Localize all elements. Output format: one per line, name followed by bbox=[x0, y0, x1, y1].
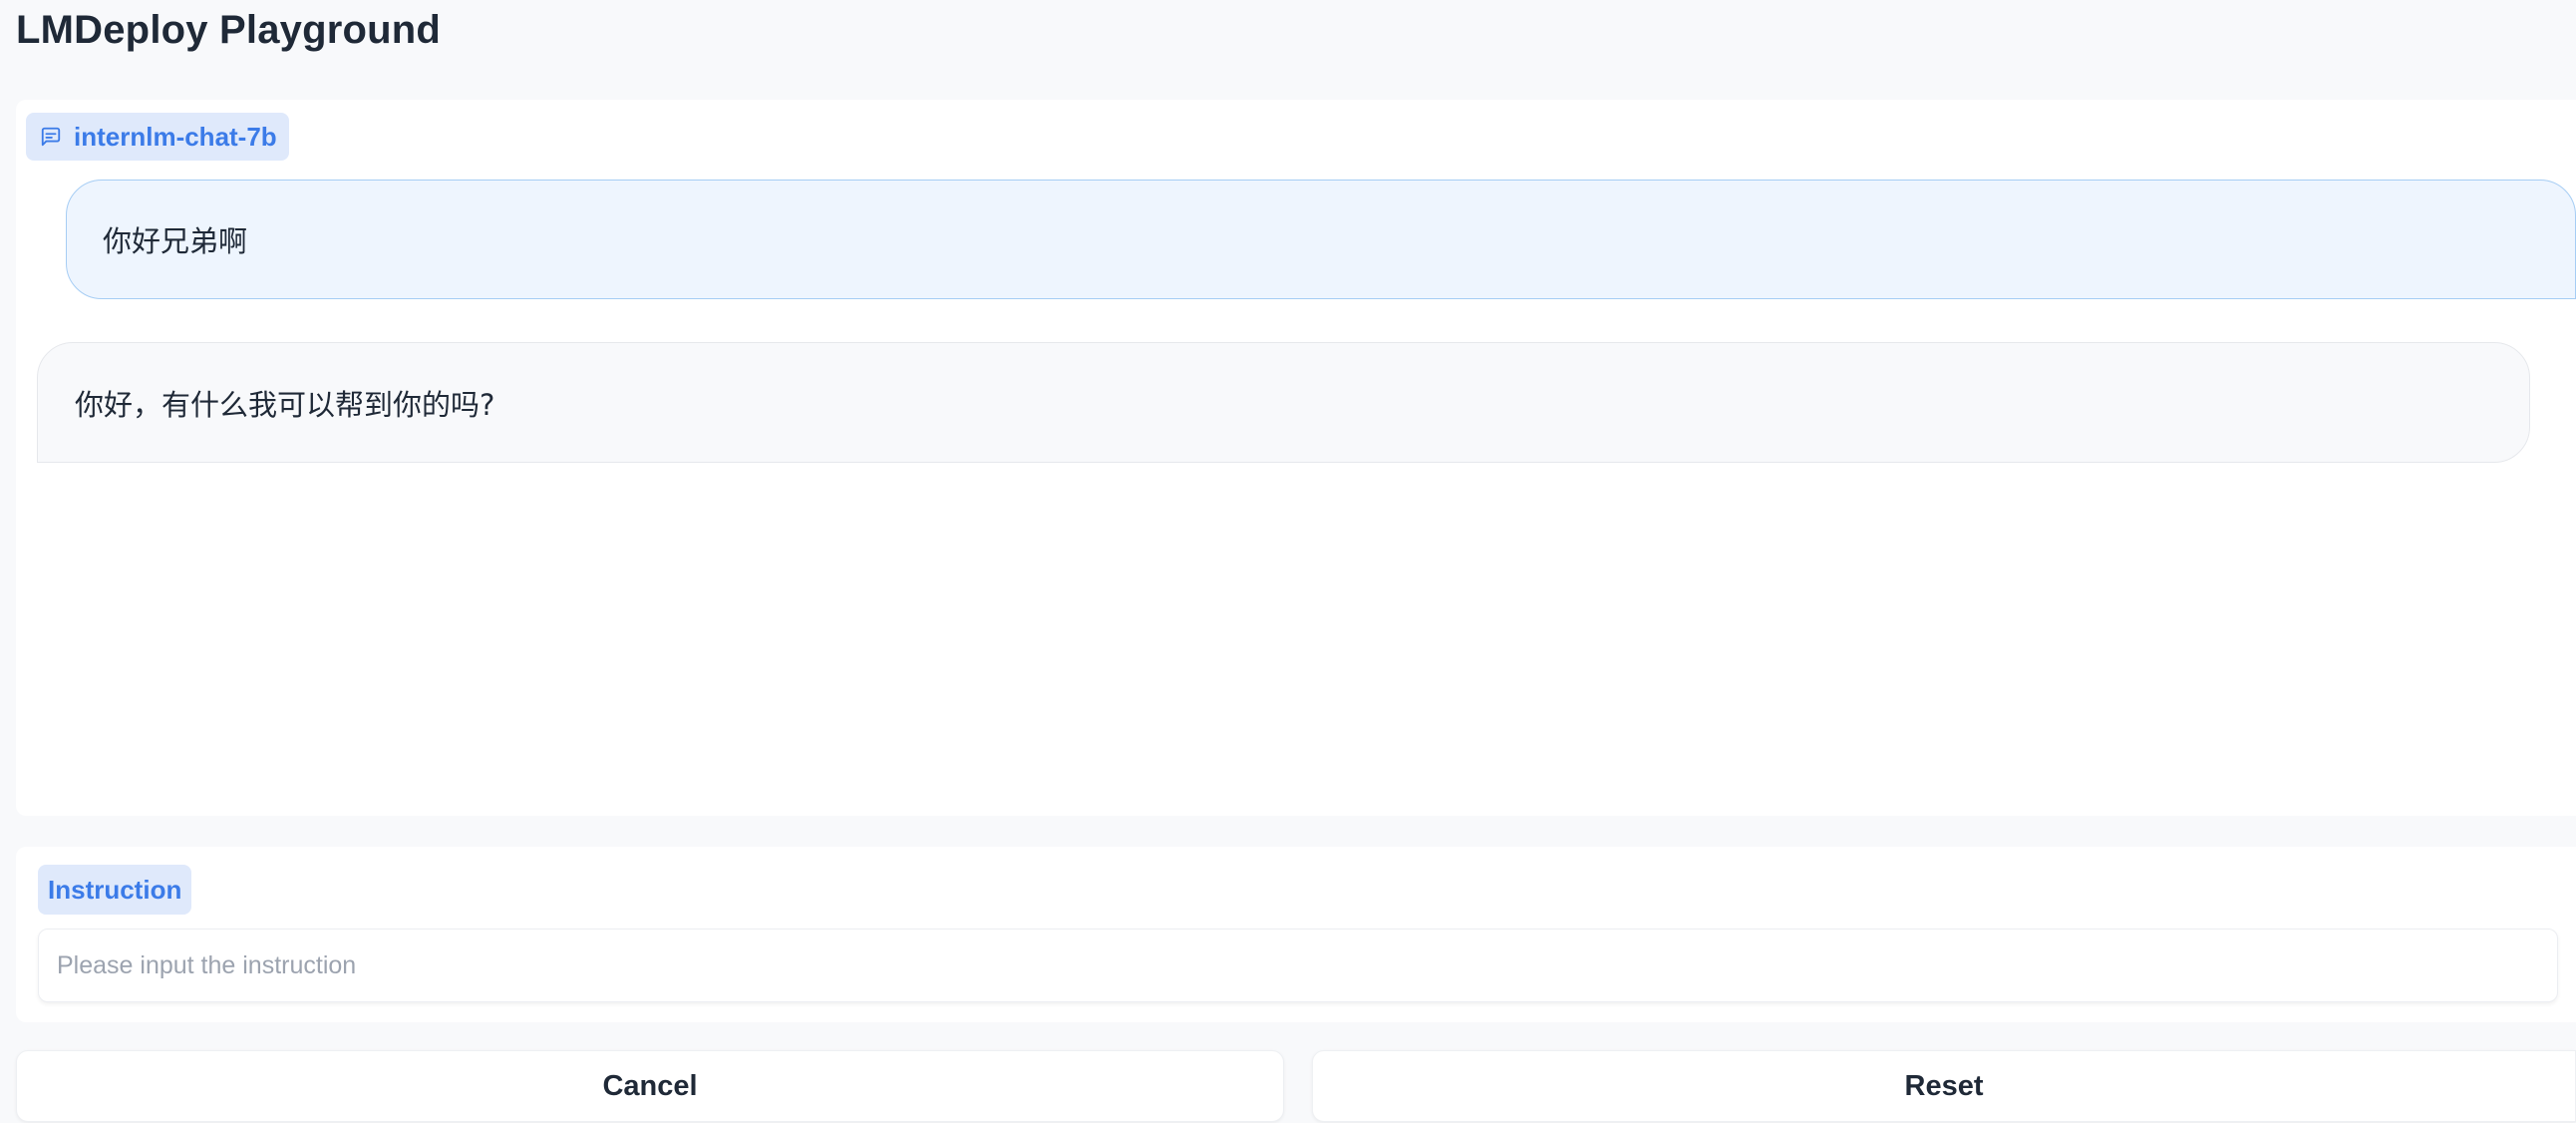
chat-bubble-icon bbox=[40, 126, 62, 148]
assistant-message-text: 你好，有什么我可以帮到你的吗? bbox=[75, 387, 495, 422]
assistant-message: 你好，有什么我可以帮到你的吗? bbox=[37, 342, 2530, 463]
user-message: 你好兄弟啊 bbox=[66, 180, 2576, 299]
instruction-input[interactable] bbox=[38, 929, 2558, 1002]
cancel-button[interactable]: Cancel bbox=[16, 1050, 1284, 1122]
instruction-label: Instruction bbox=[38, 865, 192, 915]
user-message-text: 你好兄弟啊 bbox=[103, 224, 248, 258]
reset-button[interactable]: Reset bbox=[1312, 1050, 2576, 1122]
instruction-label-text: Instruction bbox=[48, 874, 182, 905]
chatbot-label-text: internlm-chat-7b bbox=[74, 121, 277, 152]
instruction-panel: Instruction bbox=[16, 847, 2576, 1022]
chatbot-label: internlm-chat-7b bbox=[26, 113, 289, 161]
chatbot-panel: internlm-chat-7b 你好兄弟啊 你好，有什么我可以帮到你的吗? bbox=[16, 100, 2576, 816]
page-title: LMDeploy Playground bbox=[16, 8, 442, 52]
